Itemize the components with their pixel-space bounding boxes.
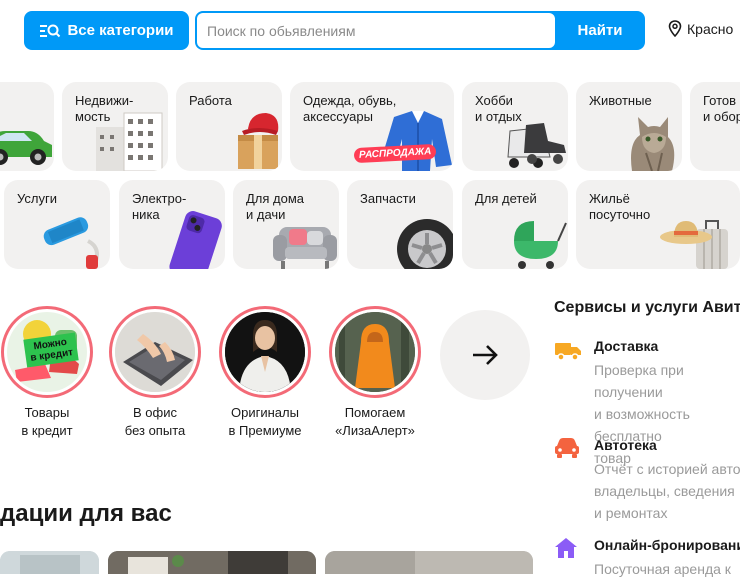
service-autoteka[interactable]: Автотека Отчёт с историей авто владельцы… xyxy=(554,437,740,527)
stories-next-button[interactable] xyxy=(440,310,530,400)
category-tile-hobby[interactable]: Хобби и отдых xyxy=(462,82,568,171)
listing-thumbnail[interactable] xyxy=(0,551,99,574)
search-bar: Найти xyxy=(195,11,645,50)
category-label: Одежда, обувь, аксессуары xyxy=(303,93,397,124)
story-office[interactable]: В офис без опыта xyxy=(100,306,210,440)
story-premium[interactable]: Оригиналы в Премиуме xyxy=(210,306,320,440)
story-caption: Товары в кредит xyxy=(21,405,73,438)
green-car-image xyxy=(0,131,52,165)
search-button-label: Найти xyxy=(577,22,623,39)
category-label: Готов и обор xyxy=(703,93,740,124)
all-categories-button[interactable]: Все категории xyxy=(24,11,189,50)
story-office-image xyxy=(115,312,195,392)
categories-search-icon xyxy=(40,24,61,37)
search-input[interactable] xyxy=(197,13,555,48)
story-ring xyxy=(219,306,311,398)
service-name: Доставка xyxy=(594,338,659,354)
house-icon xyxy=(555,538,577,558)
category-label: Хобби и отдых xyxy=(475,93,522,124)
arrow-right-icon xyxy=(473,345,498,365)
car-icon xyxy=(555,438,579,458)
paint-roller-image xyxy=(43,217,99,269)
category-label: Электро- ника xyxy=(132,191,187,222)
service-name: Онлайн-бронирование xyxy=(594,537,740,553)
category-tile-jobs[interactable]: Работа xyxy=(176,82,282,171)
category-tile-auto[interactable] xyxy=(0,82,54,171)
story-ring xyxy=(109,306,201,398)
service-name: Автотека xyxy=(594,437,657,453)
category-label: Запчасти xyxy=(360,191,416,206)
category-tile-kids[interactable]: Для детей xyxy=(462,180,568,269)
cap-and-box-image xyxy=(238,113,279,169)
recommendations-title: дации для вас xyxy=(0,500,172,527)
category-tile-real-estate[interactable]: Недвижи- мость xyxy=(62,82,168,171)
category-tile-daily-rent[interactable]: Жильё посуточно xyxy=(576,180,740,269)
story-ring xyxy=(329,306,421,398)
location-selector[interactable]: Красно xyxy=(668,20,733,37)
wheel-image xyxy=(397,219,453,269)
category-tile-home-garden[interactable]: Для дома и дачи xyxy=(233,180,339,269)
category-label: Услуги xyxy=(17,191,57,206)
truck-icon xyxy=(555,343,581,361)
story-credit-image: Можно в кредит xyxy=(7,312,87,392)
story-premium-image xyxy=(225,312,305,392)
story-caption: Помогаем «ЛизаАлерт» xyxy=(335,405,415,438)
category-label: Животные xyxy=(589,93,652,108)
location-pin-icon xyxy=(668,20,682,37)
story-ring: Можно в кредит xyxy=(1,306,93,398)
category-label: Работа xyxy=(189,93,232,108)
listing-thumbnail[interactable] xyxy=(108,551,316,574)
category-tile-business[interactable]: Готов и обор xyxy=(690,82,740,171)
story-liza-alert[interactable]: Помогаем «ЛизаАлерт» xyxy=(320,306,430,440)
listing-thumbnail[interactable] xyxy=(325,551,533,574)
suitcase-hat-image xyxy=(660,220,728,269)
category-label: Недвижи- мость xyxy=(75,93,134,124)
category-tile-auto-parts[interactable]: Запчасти xyxy=(347,180,453,269)
listing-image xyxy=(0,551,99,574)
stroller-image xyxy=(514,221,567,269)
location-label: Красно xyxy=(687,20,734,37)
category-label: Жильё посуточно xyxy=(589,191,651,222)
service-online-booking[interactable]: Онлайн-бронирование Посуточная аренда к xyxy=(554,537,740,577)
category-tile-electronics[interactable]: Электро- ника xyxy=(119,180,225,269)
story-caption: В офис без опыта xyxy=(124,405,186,438)
service-description: Отчёт с историей авто владельцы, сведени… xyxy=(594,461,740,521)
search-button[interactable]: Найти xyxy=(555,11,645,50)
listing-image xyxy=(325,551,533,574)
category-label: Для детей xyxy=(475,191,537,206)
category-tile-clothes[interactable]: Одежда, обувь, аксессуары РАСПРОДАЖА xyxy=(290,82,454,171)
all-categories-label: Все категории xyxy=(67,22,174,39)
listing-image xyxy=(108,551,316,574)
cat-image xyxy=(631,117,675,171)
category-label: Для дома и дачи xyxy=(246,191,305,222)
category-tile-services[interactable]: Услуги xyxy=(4,180,110,269)
story-caption: Оригиналы в Премиуме xyxy=(228,405,302,438)
story-liza-alert-image xyxy=(335,312,415,392)
service-delivery[interactable]: Доставка Проверка при получении и возмож… xyxy=(554,338,740,466)
category-tile-animals[interactable]: Животные xyxy=(576,82,682,171)
service-description: Посуточная аренда к xyxy=(594,561,731,577)
services-title: Сервисы и услуги Авито xyxy=(554,299,740,316)
story-credit[interactable]: Можно в кредит Товары в кредит xyxy=(0,306,102,440)
